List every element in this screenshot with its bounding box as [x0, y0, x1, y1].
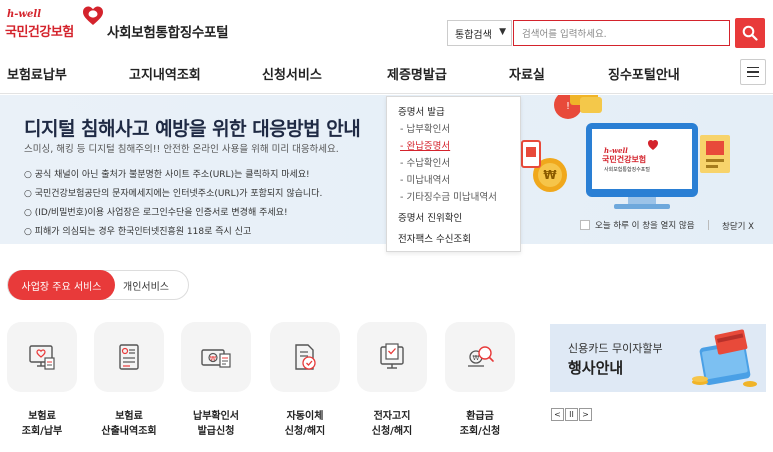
dropdown-item-unpaid-statement[interactable]: - 미납내역서	[398, 172, 509, 189]
refund-search-icon: ₩	[468, 346, 494, 367]
dropdown-item-full-payment-certificate[interactable]: - 완납증명서	[398, 138, 509, 155]
promo-banner[interactable]: 신용카드 무이자할부 행사안내	[550, 324, 766, 392]
search-scope-value: 통합검색	[455, 29, 492, 41]
dropdown-item-payment-confirmation[interactable]: - 납부확인서	[398, 121, 509, 138]
banner-title: 디지털 침해사고 예방을 위한 대응방법 안내	[24, 118, 361, 140]
banner-bullet-list: 공식 채널이 아닌 출처가 불분명한 사이트 주소(URL)는 클릭하지 마세요…	[24, 167, 323, 243]
nav-item-notice-inquiry[interactable]: 고지내역조회	[129, 64, 201, 83]
electronic-notice-icon	[380, 343, 404, 369]
service-icon-box[interactable]: ₩	[445, 322, 515, 392]
portal-title[interactable]: 사회보험통합징수포털	[107, 21, 229, 41]
pager-next-button[interactable]: >	[579, 408, 592, 421]
divider	[708, 220, 709, 230]
chevron-down-icon: ▼	[499, 27, 506, 37]
dropdown-item-other-unpaid-statement[interactable]: - 기타징수금 미납내역서	[398, 189, 509, 206]
service-label[interactable]: 자동이체 신청/해지	[255, 409, 355, 439]
tab-business-services[interactable]: 사업장 주요 서비스	[8, 270, 115, 300]
svg-text:₩: ₩	[543, 168, 557, 182]
service-premium-inquiry[interactable]: 보험료 조회/납부	[7, 322, 77, 437]
hamburger-menu-button[interactable]	[740, 59, 766, 85]
dropdown-group-authenticity[interactable]: 증명서 진위확인	[398, 210, 509, 231]
tab-personal-services[interactable]: 개인서비스	[123, 278, 169, 293]
service-tabs: 사업장 주요 서비스 개인서비스	[7, 270, 189, 300]
service-payment-certificate[interactable]: ₩ 납부확인서 발급신청	[181, 322, 251, 437]
banner-subtitle: 스미싱, 해킹 등 디지털 침해주의!! 안전한 온라인 사용을 위해 미리 대…	[24, 144, 339, 155]
main-navigation: 보험료납부 고지내역조회 신청서비스 제증명발급 자료실 징수포털안내	[0, 52, 773, 94]
service-electronic-notice[interactable]: 전자고지 신청/해지	[357, 322, 427, 437]
today-close-option[interactable]: 오늘 하루 이 창을 열지 않음	[580, 219, 695, 231]
service-label[interactable]: 전자고지 신청/해지	[342, 409, 442, 439]
dropdown-group-efax[interactable]: 전자팩스 수신조회	[398, 231, 509, 248]
nav-item-premium-payment[interactable]: 보험료납부	[7, 64, 67, 83]
banner-bullet: 피해가 의심되는 경우 한국인터넷진흥원 118로 즉시 신고	[24, 224, 322, 243]
hamburger-icon	[747, 66, 759, 69]
illustration-logo-small: h-well	[604, 146, 628, 155]
dropdown-item-receipt-confirmation[interactable]: - 수납확인서	[398, 155, 509, 172]
service-icon-box[interactable]: ₩	[181, 322, 251, 392]
money-certificate-icon: ₩	[201, 349, 231, 368]
certificate-dropdown-menu: 증명서 발급 - 납부확인서 - 완납증명서 - 수납확인서 - 미납내역서 -…	[386, 96, 521, 252]
search-button[interactable]	[735, 18, 765, 48]
promo-line2: 행사안내	[568, 359, 624, 377]
service-icon-box[interactable]	[357, 322, 427, 392]
today-close-checkbox[interactable]	[580, 220, 590, 230]
illustration-logo-text: 국민건강보험	[602, 154, 646, 164]
pager-prev-button[interactable]: <	[551, 408, 564, 421]
dropdown-group-certificate[interactable]: 증명서 발급	[398, 104, 509, 121]
banner-bullet: (ID/비밀번호)이용 사업장은 로그인수단을 인증서로 변경해 주세요!	[24, 205, 322, 224]
security-illustration: ! ₩ h-well 국민건강보험 사회보험통합징수포털	[521, 95, 730, 209]
banner-bullet: 국민건강보험공단의 문자메세지에는 인터넷주소(URL)가 포함되지 않습니다.	[24, 186, 323, 205]
auto-transfer-document-icon	[295, 344, 316, 370]
logo-nhis-text[interactable]: 국민건강보험	[5, 21, 74, 40]
calculation-document-icon	[119, 344, 139, 370]
illustration-subtitle: 사회보험통합징수포털	[604, 166, 650, 173]
site-header: h-well 국민건강보험 사회보험통합징수포털 통합검색 ▼ 검색어를 입력하…	[0, 0, 773, 52]
search-input[interactable]: 검색어를 입력하세요.	[513, 20, 730, 46]
nav-item-certificate-issue[interactable]: 제증명발급	[387, 64, 447, 83]
svg-text:!: !	[566, 101, 570, 112]
logo-hwell-text[interactable]: h-well	[7, 9, 41, 20]
nav-item-resources[interactable]: 자료실	[509, 64, 545, 83]
service-icon-box[interactable]	[7, 322, 77, 392]
svg-text:₩: ₩	[473, 354, 480, 362]
service-label[interactable]: 보험료 산출내역조회	[79, 409, 179, 439]
banner-bullet: 공식 채널이 아닌 출처가 불분명한 사이트 주소(URL)는 클릭하지 마세요…	[24, 167, 322, 186]
today-close-label: 오늘 하루 이 창을 열지 않음	[595, 221, 695, 231]
service-icon-box[interactable]	[270, 322, 340, 392]
service-icon-box[interactable]	[94, 322, 164, 392]
service-label[interactable]: 환급금 조회/신청	[430, 409, 530, 439]
service-refund[interactable]: ₩ 환급금 조회/신청	[445, 322, 515, 437]
bill-monitor-icon	[29, 345, 55, 370]
search-placeholder: 검색어를 입력하세요.	[522, 29, 607, 40]
service-label[interactable]: 납부확인서 발급신청	[166, 409, 266, 439]
promo-pager: < II >	[551, 408, 592, 421]
service-premium-calculation[interactable]: 보험료 산출내역조회	[94, 322, 164, 437]
heart-logo-icon[interactable]	[82, 5, 104, 27]
banner-close-button[interactable]: 창닫기 X	[722, 220, 754, 232]
service-auto-transfer[interactable]: 자동이체 신청/해지	[270, 322, 340, 437]
search-scope-select[interactable]: 통합검색 ▼	[447, 20, 512, 46]
nav-item-application-service[interactable]: 신청서비스	[262, 64, 322, 83]
search-icon	[742, 25, 758, 41]
pager-pause-button[interactable]: II	[565, 408, 578, 421]
nav-item-portal-guide[interactable]: 징수포털안내	[608, 64, 680, 83]
svg-text:₩: ₩	[210, 356, 216, 363]
promo-line1: 신용카드 무이자할부	[568, 342, 663, 355]
credit-card-phone-icon	[692, 329, 757, 387]
